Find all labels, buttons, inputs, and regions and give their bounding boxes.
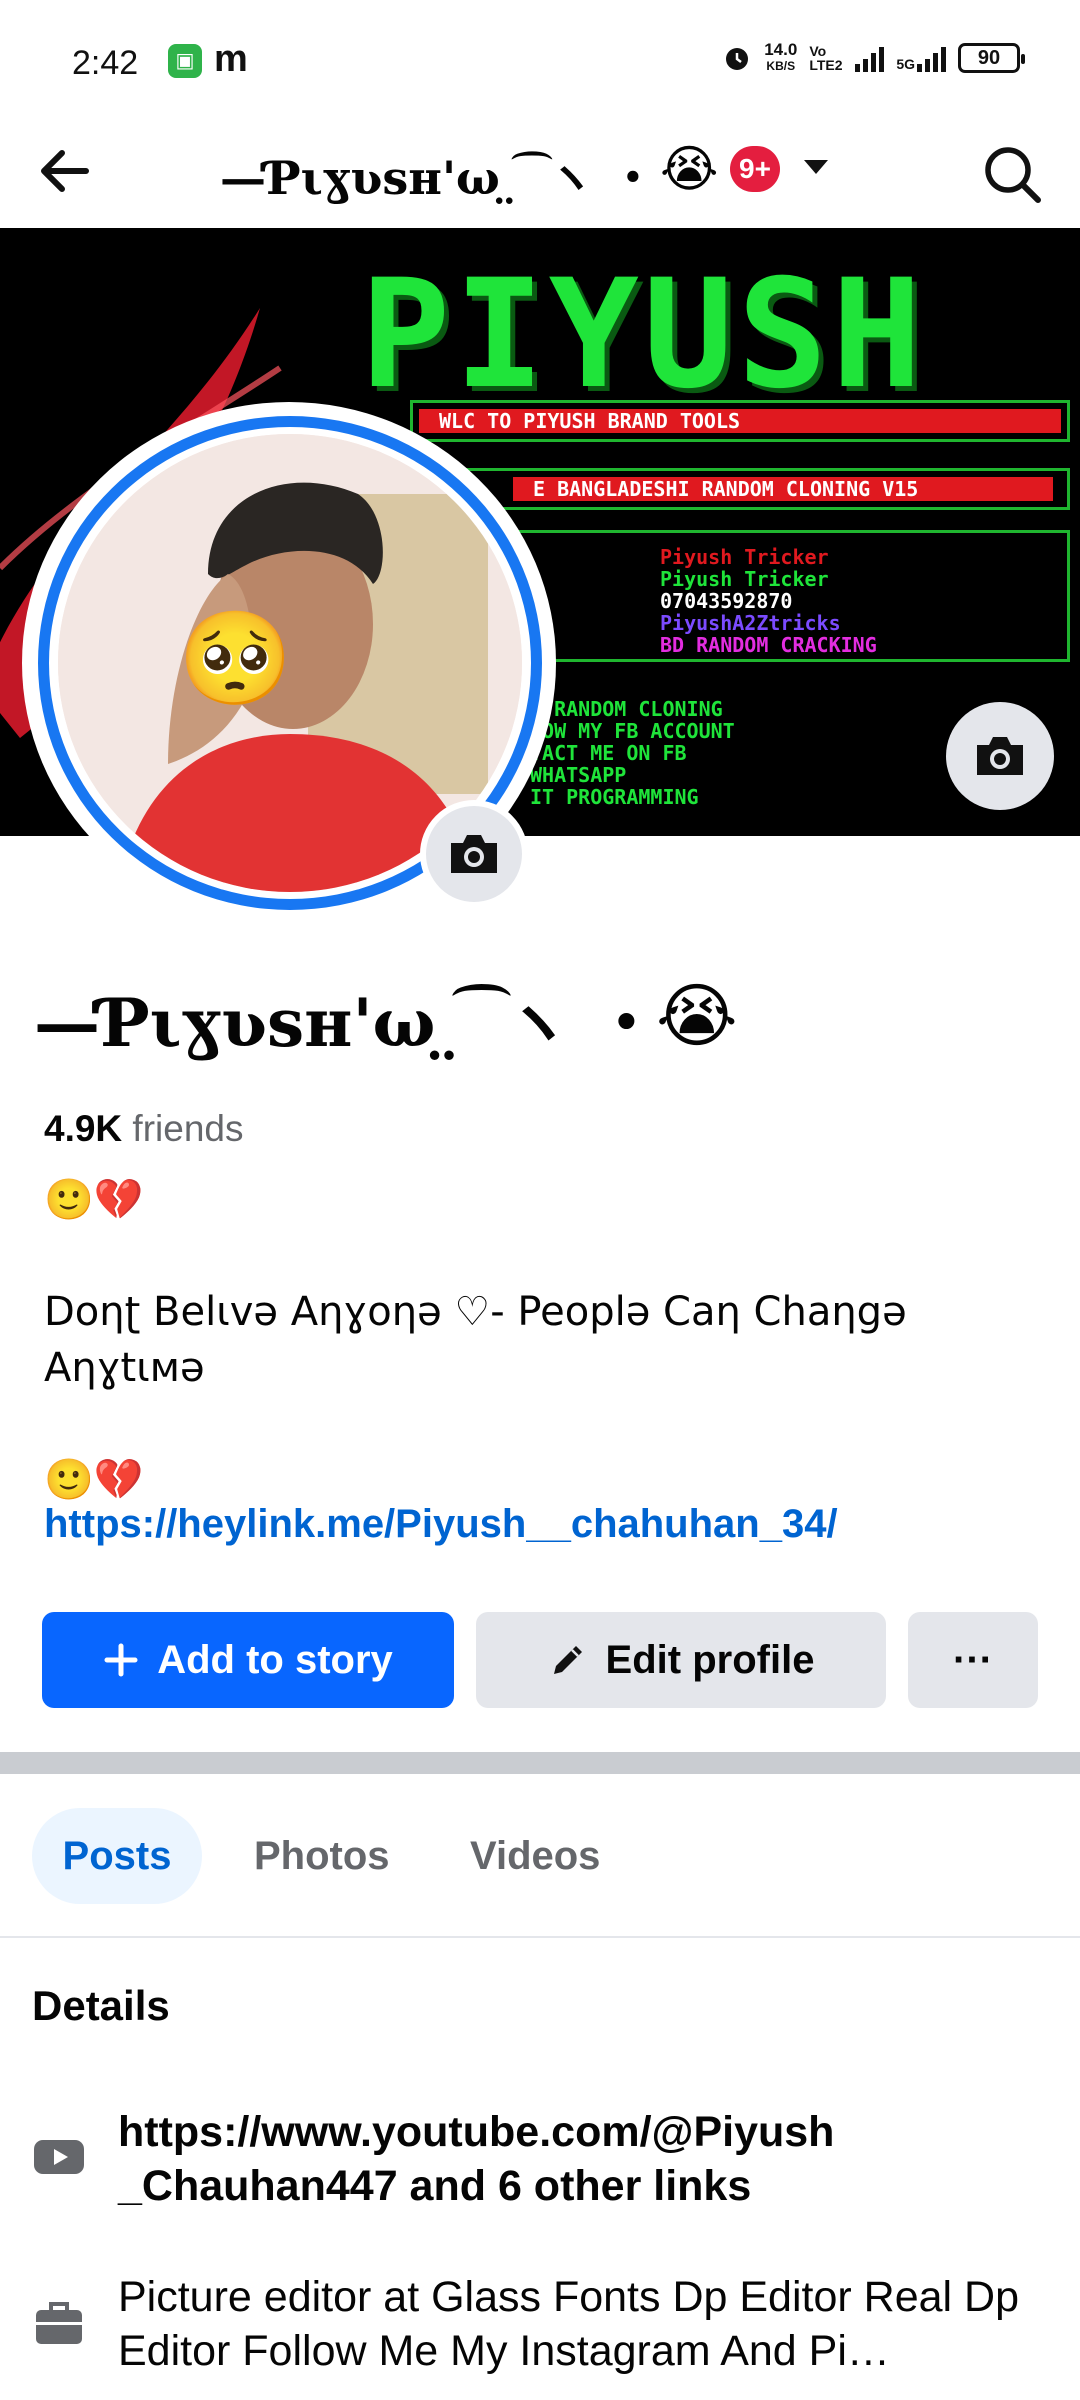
tab-posts[interactable]: Posts	[32, 1808, 202, 1904]
volte-indicator: Vo LTE2	[809, 43, 843, 73]
briefcase-icon	[36, 2302, 82, 2344]
tab-photos[interactable]: Photos	[254, 1808, 390, 1904]
network-speed: 14.0 KB/S	[764, 40, 798, 73]
notification-app-icon: ▣	[168, 44, 202, 78]
camera-icon	[977, 737, 1023, 775]
pleading-emoji-sticker: 🥺	[178, 608, 293, 710]
camera-icon	[451, 835, 497, 873]
status-bar: 2:42 ▣ m 14.0 KB/S Vo LTE2 5G 90	[0, 0, 1080, 120]
youtube-icon	[34, 2140, 84, 2174]
tabs-divider	[0, 1936, 1080, 1938]
cover-menu-lines: T RANDOM CLONING LOW MY FB ACCOUNT TACT …	[530, 697, 735, 809]
detail-work[interactable]: Picture editor at Glass Fonts Dp Editor …	[118, 2270, 1048, 2378]
profile-bio: 🙂💔 Doƞʈ Belιvə Aƞɣoƞə ♡- Peoplə Caƞ Chaƞ…	[44, 1177, 907, 1503]
notification-badge[interactable]: 9+	[730, 146, 780, 192]
status-time: 2:42	[72, 44, 139, 82]
profile-name: —Ƥιɣʋsʜ'ω ̤ ͡ ヽ ・	[34, 984, 660, 1062]
pencil-icon	[553, 1646, 582, 1674]
cover-welcome-bar: WLC TO PIYUSH BRAND TOOLS	[410, 400, 1070, 442]
plus-icon	[104, 1643, 138, 1677]
profile-tabs: Posts Photos Videos	[0, 1808, 1080, 1904]
tab-videos[interactable]: Videos	[470, 1808, 600, 1904]
notification-m-icon: m	[214, 38, 248, 80]
add-to-story-button[interactable]: Add to story	[42, 1612, 454, 1708]
nav-crying-emoji: 😭	[660, 141, 719, 197]
status-indicators: 14.0 KB/S Vo LTE2 5G 90	[722, 40, 1025, 74]
edit-profile-button[interactable]: Edit profile	[476, 1612, 886, 1708]
more-icon: ···	[953, 1637, 993, 1682]
back-arrow-icon[interactable]	[30, 136, 100, 206]
cover-brand-text: PIYUSH	[360, 248, 926, 422]
cover-cloning-bar: E BANGLADESHI RANDOM CLONING V15	[410, 468, 1070, 510]
details-heading: Details	[32, 1982, 170, 2029]
friends-count[interactable]: 4.9K friends	[44, 1108, 244, 1150]
profile-link[interactable]: https://heylink.me/Piyush__chahuhan_34/	[44, 1502, 838, 1547]
more-options-button[interactable]: ···	[908, 1612, 1038, 1708]
profile-name-emoji: 😭	[656, 977, 738, 1055]
cover-info-lines: Piyush Tricker Piyush Tricker 0704359287…	[660, 545, 877, 657]
section-divider	[0, 1752, 1080, 1774]
5g-signal-icon: 5G	[896, 44, 946, 72]
chevron-down-icon[interactable]	[804, 160, 828, 174]
edit-cover-camera-button[interactable]	[946, 702, 1054, 810]
search-icon[interactable]	[978, 140, 1048, 210]
alarm-icon	[726, 48, 749, 70]
nav-title: —Ƥιɣʋsʜ'ω ̤ ͡ ヽ ・	[220, 151, 656, 205]
signal-icon	[855, 44, 885, 72]
edit-avatar-camera-button[interactable]	[420, 800, 528, 908]
battery-icon: 90	[958, 43, 1025, 73]
top-nav: —Ƥιɣʋsʜ'ω ̤ ͡ ヽ ・ 😭 9+	[0, 120, 1080, 230]
detail-links[interactable]: https://www.youtube.com/@Piyush _Chauhan…	[118, 2105, 1048, 2213]
